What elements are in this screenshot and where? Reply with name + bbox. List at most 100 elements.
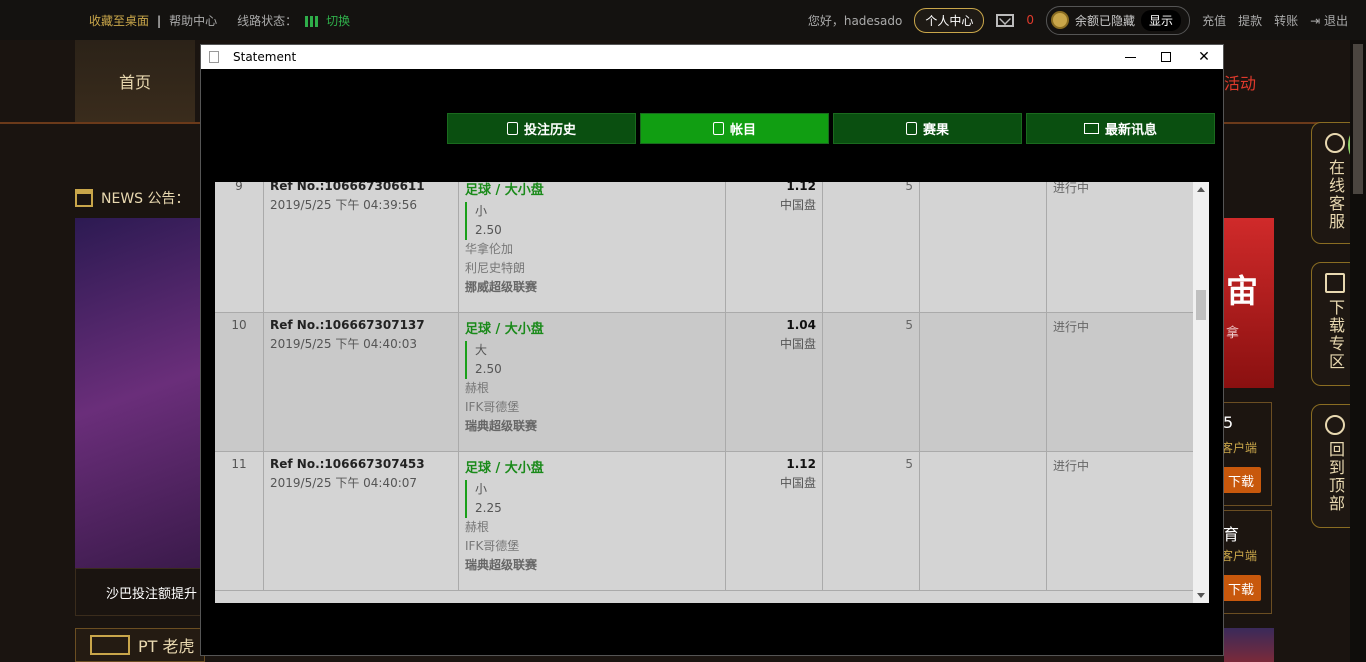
promo-banner[interactable] <box>75 218 205 568</box>
row-index: 10 <box>215 313 264 451</box>
table-row: 11 Ref No.:106667307453 2019/5/25 下午 04:… <box>215 452 1193 591</box>
client-card-1: 5 客户端 下载 <box>1216 402 1272 506</box>
side-banner-big: 宙 <box>1226 272 1259 310</box>
deposit-link[interactable]: 充值 <box>1202 12 1226 29</box>
news-icon <box>75 189 93 207</box>
card-text: 客户端 <box>1221 549 1258 563</box>
away-team: IFK哥德堡 <box>465 539 520 553</box>
mail-count: 0 <box>1026 13 1035 27</box>
close-button[interactable]: ✕ <box>1187 45 1221 69</box>
online-service-label: 在线客服 <box>1326 159 1345 231</box>
odds: 1.12 <box>786 182 816 193</box>
bet-cell: 足球 / 大小盘 小 2.25 赫根 IFK哥德堡 瑞典超级联赛 <box>459 452 726 590</box>
headset-icon <box>1325 133 1345 153</box>
top-bar: 收藏至桌面 | 帮助中心 线路状态： 切换 您好，hadesado 个人中心 0… <box>0 0 1366 40</box>
help-link[interactable]: 帮助中心 <box>169 12 217 29</box>
scroll-thumb[interactable] <box>1196 290 1206 320</box>
league: 瑞典超级联赛 <box>465 558 538 572</box>
pick: 小 <box>475 482 488 496</box>
nav-home[interactable]: 首页 <box>75 40 195 124</box>
download-button[interactable]: 下载 <box>1221 467 1261 493</box>
minimize-button[interactable] <box>1113 45 1147 69</box>
pt-label: PT 老虎 <box>138 637 195 656</box>
bottom-banner[interactable] <box>1224 628 1274 662</box>
client-card-2: 育 客户端 下载 <box>1216 510 1272 614</box>
away-team: IFK哥德堡 <box>465 400 520 414</box>
tab-announcements[interactable]: 最新讯息 <box>1026 113 1215 144</box>
tab-label: 赛果 <box>922 123 949 138</box>
slot-icon <box>90 635 130 655</box>
withdraw-link[interactable]: 提款 <box>1238 12 1262 29</box>
side-banner[interactable]: 宙 拿 <box>1224 218 1274 388</box>
download-label: 下载专区 <box>1326 299 1345 371</box>
pick-block: 小 2.25 <box>465 480 719 518</box>
close-icon: ✕ <box>1198 49 1210 65</box>
bet-type: 足球 / 大小盘 <box>465 322 544 337</box>
window-title: Statement <box>233 50 297 64</box>
pick: 小 <box>475 204 488 218</box>
pick-block: 大 2.50 <box>465 341 719 379</box>
ref-cell: Ref No.:106667306611 2019/5/25 下午 04:39:… <box>264 182 459 312</box>
transfer-link[interactable]: 转账 <box>1274 12 1298 29</box>
odds: 1.04 <box>786 318 816 332</box>
window-titlebar[interactable]: Statement ✕ <box>201 45 1223 69</box>
monitor-icon <box>1325 273 1345 293</box>
row-index: 11 <box>215 452 264 590</box>
tab-label: 投注历史 <box>523 123 576 138</box>
statement-window: Statement ✕ 投注历史 帐目 赛果 最新讯息 9 Ref No.:10… <box>200 44 1224 656</box>
odds: 1.12 <box>786 457 816 471</box>
tab-statement[interactable]: 帐目 <box>640 113 829 144</box>
signal-icon <box>305 15 319 27</box>
table-row: 10 Ref No.:106667307137 2019/5/25 下午 04:… <box>215 313 1193 452</box>
maximize-button[interactable] <box>1149 45 1183 69</box>
logout-label: 退出 <box>1323 13 1348 28</box>
side-banner-small: 拿 <box>1226 326 1240 341</box>
activity-link[interactable]: 活动 <box>1224 70 1256 94</box>
clipboard-icon <box>506 122 518 135</box>
scoreboard-icon <box>905 122 917 135</box>
promo-caption[interactable]: 沙巴投注额提升 <box>75 568 205 616</box>
account-center-button[interactable]: 个人中心 <box>914 7 985 33</box>
page-scroll-thumb[interactable] <box>1353 44 1363 194</box>
bet-date: 2019/5/25 下午 04:39:56 <box>270 198 418 212</box>
table-scrollbar[interactable] <box>1193 182 1209 603</box>
partial-row <box>215 599 1193 603</box>
bet-cell: 足球 / 大小盘 大 2.50 赫根 IFK哥德堡 瑞典超级联赛 <box>459 313 726 451</box>
greeting: 您好，hadesado <box>807 13 903 28</box>
card-number: 5 <box>1223 413 1234 432</box>
scroll-down-icon[interactable] <box>1197 593 1205 598</box>
card-number: 育 <box>1223 525 1240 544</box>
bookmark-link[interactable]: 收藏至桌面 <box>89 12 149 29</box>
status: 进行中 <box>1053 459 1090 473</box>
switch-route-link[interactable]: 切换 <box>326 12 350 29</box>
table-row: 9 Ref No.:106667306611 2019/5/25 下午 04:3… <box>215 182 1193 313</box>
mail-icon[interactable] <box>996 13 1015 27</box>
bet-cell: 足球 / 大小盘 小 2.50 华拿伦加 利尼史特朗 挪威超级联赛 <box>459 182 726 312</box>
bet-date: 2019/5/25 下午 04:40:03 <box>270 337 418 351</box>
pick: 大 <box>475 343 488 357</box>
line: 2.50 <box>475 223 502 237</box>
ref-number: Ref No.:106667307453 <box>270 457 425 471</box>
download-button[interactable]: 下载 <box>1221 575 1261 601</box>
tab-bet-history[interactable]: 投注历史 <box>447 113 636 144</box>
line: 2.50 <box>475 362 502 376</box>
odds-type: 中国盘 <box>779 198 816 212</box>
show-balance-button[interactable]: 显示 <box>1141 9 1182 31</box>
league: 挪威超级联赛 <box>465 280 538 294</box>
logout-link[interactable]: ⇥ 退出 <box>1310 12 1348 29</box>
statement-tabs: 投注历史 帐目 赛果 最新讯息 <box>447 113 1215 144</box>
tab-results[interactable]: 赛果 <box>833 113 1022 144</box>
envelope-icon <box>1083 123 1099 134</box>
document-icon <box>209 51 219 63</box>
tab-label: 帐目 <box>729 123 756 138</box>
pt-section[interactable]: PT 老虎 <box>75 628 205 662</box>
stake: 5 <box>823 182 920 312</box>
away-team: 利尼史特朗 <box>465 261 526 275</box>
statement-table: 9 Ref No.:106667306611 2019/5/25 下午 04:3… <box>215 182 1193 603</box>
news-label: NEWS 公告： <box>101 191 190 207</box>
row-index: 9 <box>215 182 264 312</box>
page-scrollbar[interactable] <box>1350 40 1366 662</box>
tab-label: 最新讯息 <box>1104 123 1157 138</box>
odds-type: 中国盘 <box>779 476 816 490</box>
scroll-up-icon[interactable] <box>1197 187 1205 192</box>
